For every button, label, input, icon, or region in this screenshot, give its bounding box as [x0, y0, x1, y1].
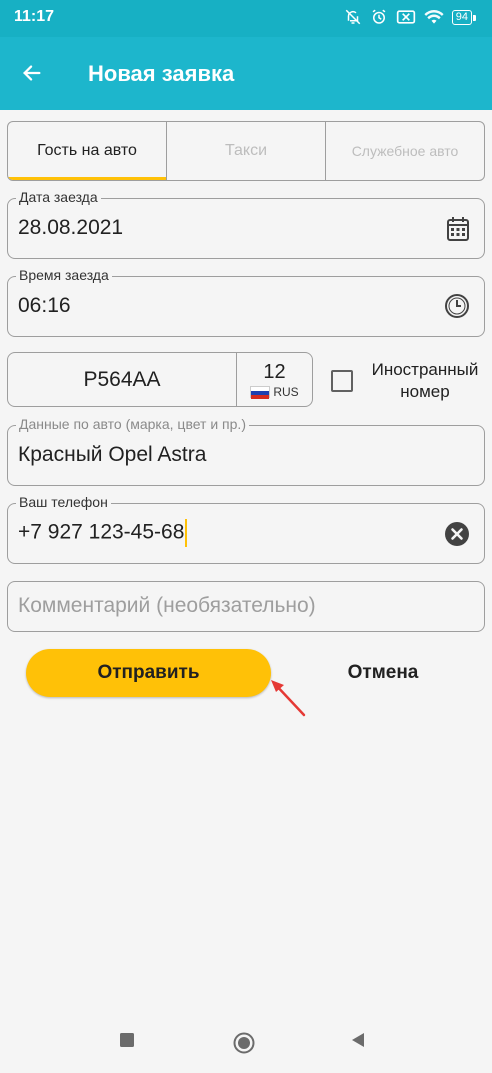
- submit-button[interactable]: Отправить: [26, 649, 271, 697]
- text-cursor: [185, 519, 188, 547]
- system-nav-bar: [0, 1010, 492, 1073]
- checkbox-icon[interactable]: [331, 370, 353, 392]
- wifi-icon: [424, 9, 444, 25]
- recents-icon[interactable]: [119, 1032, 135, 1048]
- calendar-icon[interactable]: [446, 216, 470, 242]
- status-time: 11:17: [14, 8, 55, 25]
- foreign-number-label: Иностранный номер: [371, 360, 479, 401]
- plate-region[interactable]: 12 RUS: [237, 353, 312, 406]
- annotation-arrow-icon: [271, 680, 306, 717]
- date-value: 28.08.2021: [18, 216, 124, 239]
- comment-placeholder: Комментарий (необязательно): [18, 594, 316, 617]
- sim-off-icon: [396, 9, 416, 25]
- cancel-button[interactable]: Отмена: [318, 652, 448, 694]
- arrow-back-icon: [23, 65, 41, 81]
- clock-icon[interactable]: [444, 293, 470, 319]
- russia-flag-icon: [250, 385, 271, 399]
- region-country: RUS: [250, 384, 299, 399]
- home-icon[interactable]: [233, 1032, 255, 1054]
- car-details-field[interactable]: Данные по авто (марка, цвет и пр.) Красн…: [7, 416, 485, 486]
- license-plate: Р564АА 12 RUS: [7, 352, 313, 407]
- phone-field[interactable]: Ваш телефон +7 927 123-45-68: [7, 494, 485, 564]
- guest-type-tabs: Гость на авто Такси Служебное авто: [7, 121, 485, 181]
- car-details-label: Данные по авто (марка, цвет и пр.): [16, 416, 249, 432]
- time-label: Время заезда: [16, 267, 112, 283]
- app-bar: Новая заявка: [0, 37, 492, 110]
- foreign-number-checkbox[interactable]: Иностранный номер: [331, 358, 486, 404]
- tab-service-car[interactable]: Служебное авто: [325, 122, 484, 180]
- time-field[interactable]: Время заезда 06:16: [7, 267, 485, 337]
- clear-icon[interactable]: [444, 521, 470, 547]
- status-bar: 11:17 94: [0, 0, 492, 37]
- country-code: RUS: [273, 384, 299, 399]
- back-button[interactable]: [14, 55, 50, 91]
- date-field[interactable]: Дата заезда 28.08.2021: [7, 189, 485, 259]
- back-icon[interactable]: [350, 1032, 366, 1048]
- phone-value: +7 927 123-45-68: [18, 520, 185, 544]
- car-details-value: Красный Opel Astra: [18, 443, 207, 466]
- status-icons: 94: [344, 6, 477, 28]
- alarm-icon: [370, 8, 388, 26]
- date-label: Дата заезда: [16, 189, 101, 205]
- comment-field[interactable]: Комментарий (необязательно): [7, 581, 485, 632]
- page-title: Новая заявка: [88, 61, 235, 86]
- time-value: 06:16: [18, 294, 71, 317]
- battery-icon: 94: [451, 9, 477, 25]
- tab-taxi[interactable]: Такси: [166, 122, 325, 180]
- tab-guest-car[interactable]: Гость на авто: [8, 122, 166, 180]
- bell-off-icon: [344, 8, 362, 26]
- region-number: 12: [263, 360, 286, 383]
- phone-label: Ваш телефон: [16, 494, 111, 510]
- plate-number-input[interactable]: Р564АА: [8, 353, 237, 406]
